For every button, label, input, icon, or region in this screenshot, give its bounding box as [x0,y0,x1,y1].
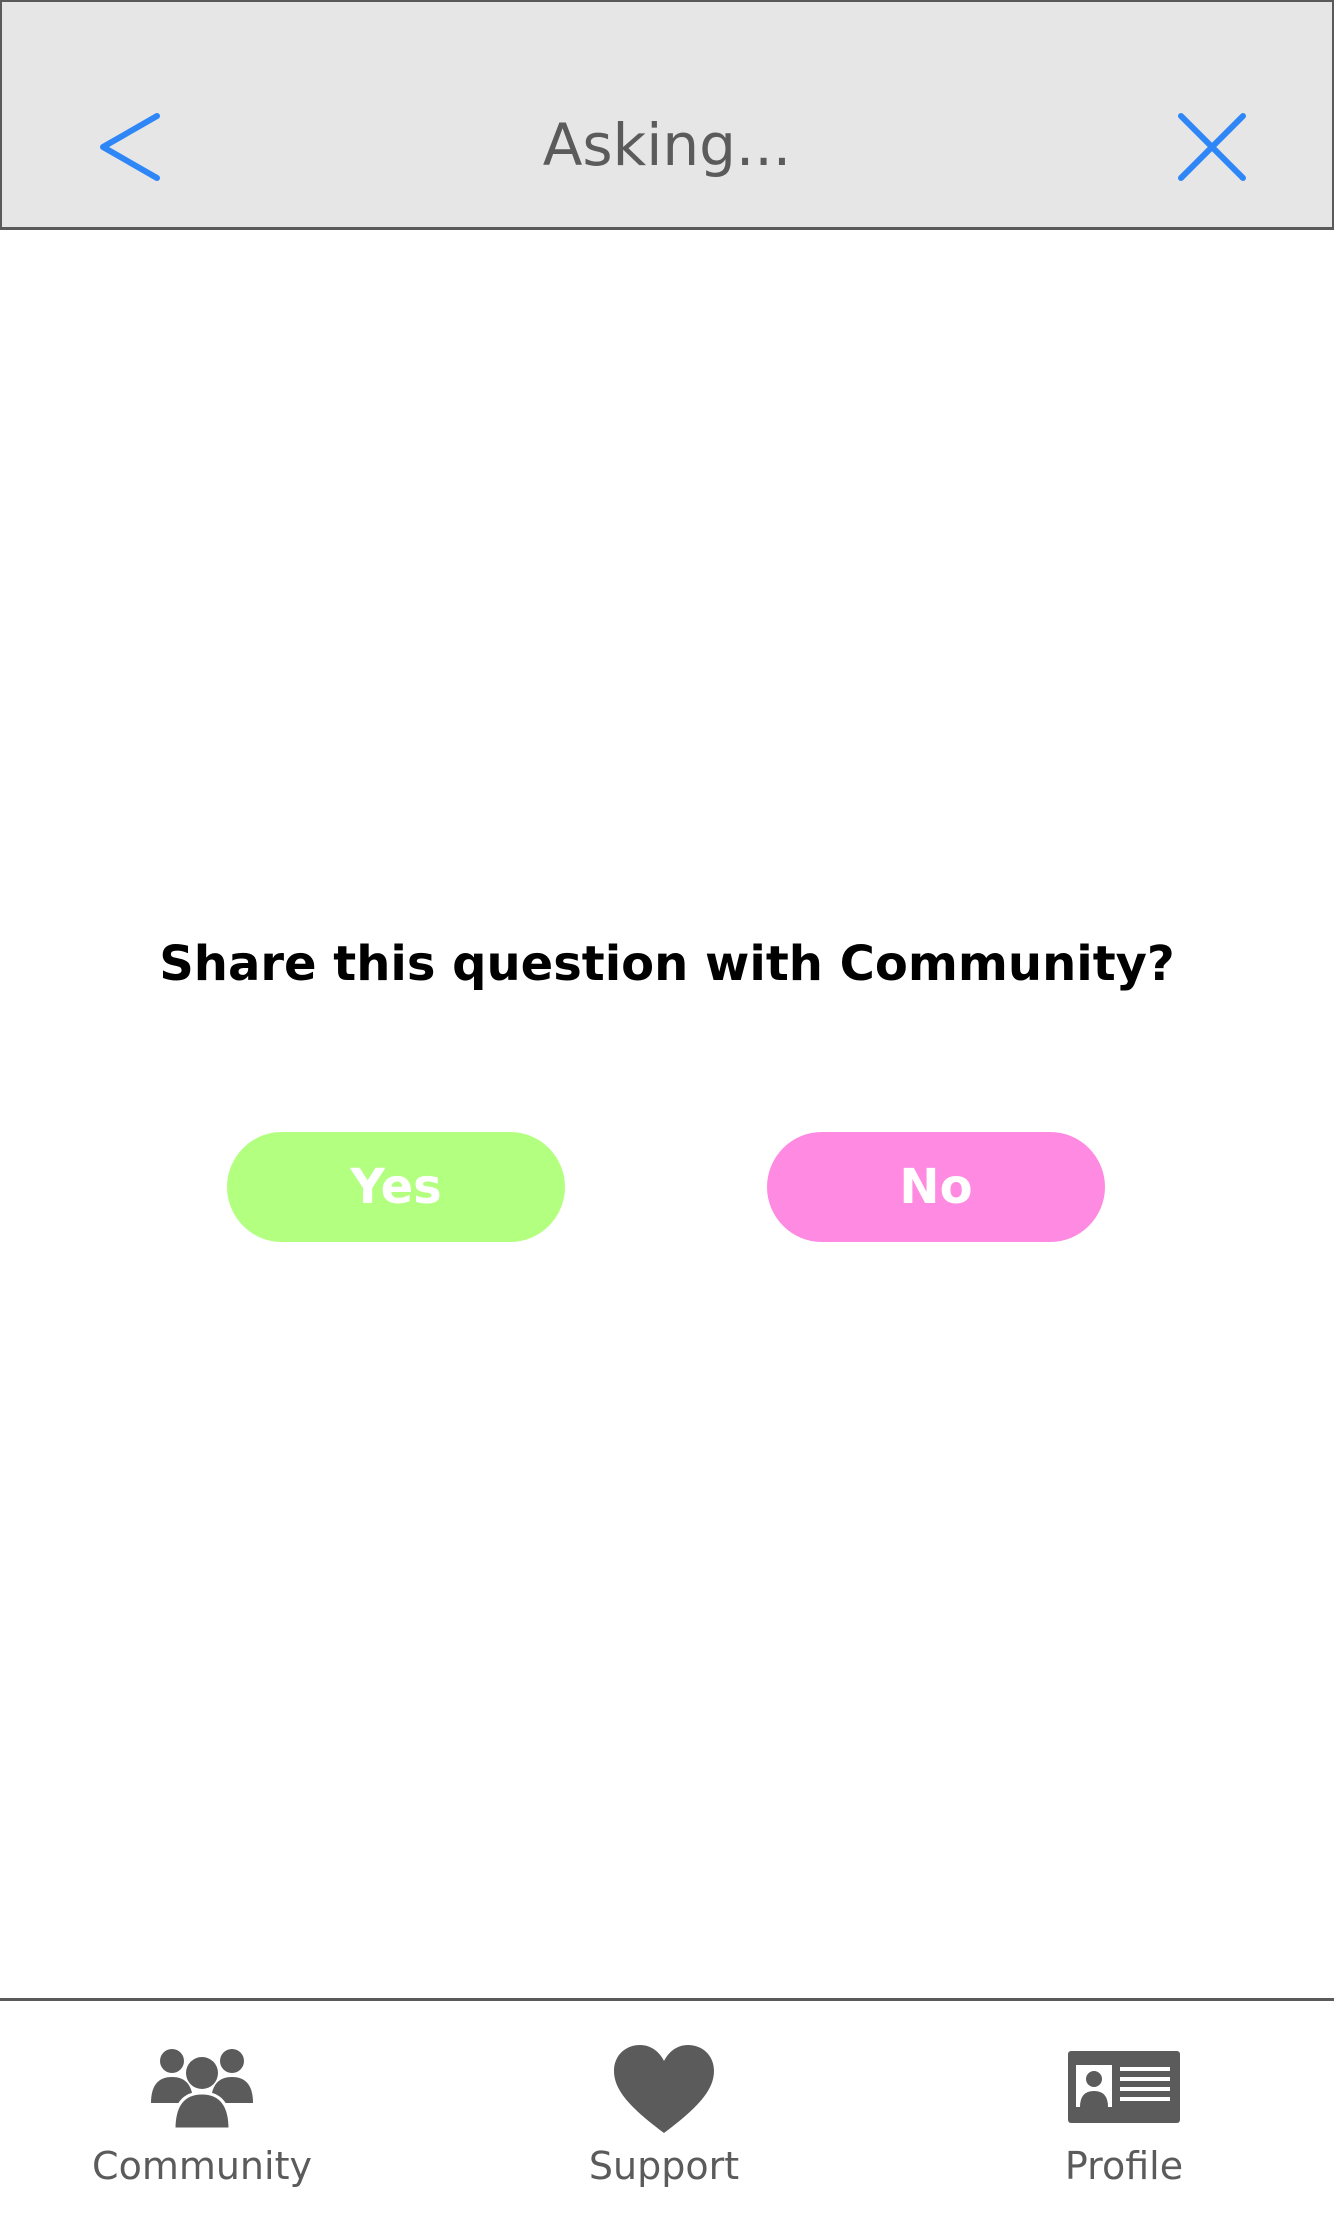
tab-profile-label: Profile [1064,2144,1184,2188]
tab-support-label: Support [588,2144,740,2188]
tab-support[interactable]: Support [514,2001,814,2223]
heart-icon [614,2045,714,2133]
people-icon [151,2049,253,2129]
id-card-icon [1068,2051,1180,2123]
share-question-prompt: Share this question with Community? [159,936,1175,992]
tab-community-label: Community [92,2144,312,2188]
bottom-tab-bar: Community Support Profile [0,1998,1334,2223]
no-button[interactable]: No [767,1132,1105,1242]
close-icon [1178,113,1246,181]
yes-button[interactable]: Yes [227,1132,565,1242]
page-title: Asking... [542,111,792,179]
close-button[interactable] [1177,112,1247,182]
tab-community[interactable]: Community [52,2001,352,2223]
tab-profile[interactable]: Profile [974,2001,1274,2223]
top-bar: Asking... [0,0,1334,230]
